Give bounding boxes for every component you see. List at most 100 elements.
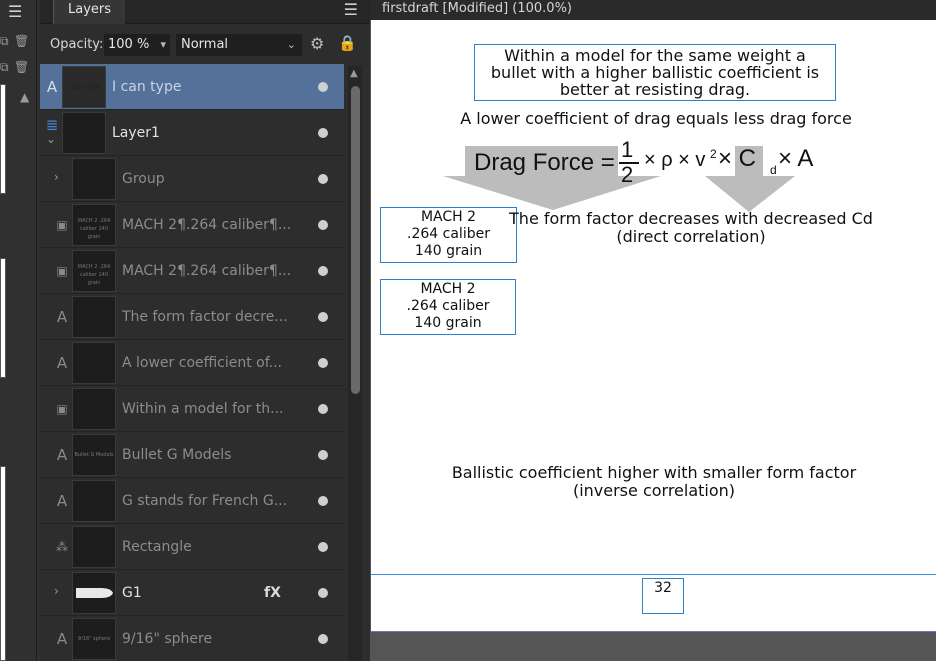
tab-layers[interactable]: Layers [53,0,126,24]
page-canvas[interactable]: Within a model for the same weight a bul… [371,20,936,632]
drag-formula[interactable]: Drag Force = 1 2 × ρ × v 2 × C d × A [474,135,834,187]
layer-name[interactable]: Group [122,156,165,202]
layer-name[interactable]: A lower coefficient of... [122,340,282,386]
fx-icon[interactable]: fX [264,570,281,616]
text-line: MACH 2 [420,209,477,225]
panel-menu-icon[interactable]: ☰ [344,0,358,19]
artistic-text-icon: A [46,78,58,96]
text-line: Within a model for the same weight a [504,46,806,65]
mach-textbox-1[interactable]: MACH 2 .264 caliber 140 grain [380,207,517,263]
visibility-dot-icon[interactable] [318,82,328,92]
layer-thumbnail: MACH 2 .264 caliber 140 grain [72,204,116,246]
formula-denominator: 2 [621,162,634,187]
scroll-up-icon[interactable]: ▲ [350,68,358,79]
layer-name[interactable]: Bullet G Models [122,432,231,478]
layer-name[interactable]: MACH 2¶.264 caliber¶... [122,248,291,294]
layer-name[interactable]: Rectangle [122,524,192,570]
artistic-text-icon: A [56,354,68,372]
visibility-dot-icon[interactable] [318,312,328,322]
layer-row[interactable]: ▣ MACH 2 .264 caliber 140 grain MACH 2¶.… [40,248,344,294]
layer-thumbnail [72,296,116,338]
text-line: Ballistic coefficient higher with smalle… [451,463,857,482]
text-line: MACH 2 [420,281,476,297]
copy-icon[interactable]: ⧉ [0,34,9,49]
layer-row[interactable]: ⁂ Rectangle [40,524,344,570]
formula-times: × C [718,145,757,172]
layer-row[interactable]: A A lower coefficient of... [40,340,344,386]
artistic-text-icon: A [56,446,68,464]
visibility-dot-icon[interactable] [318,128,328,138]
layer-name[interactable]: I can type [112,64,181,110]
left-toolbar: ☰ ⧉ 🗑 ⧉ 🗑 ▲ [0,0,40,661]
layer-row[interactable]: ≣ ⌄ Layer1 [40,110,344,156]
visibility-dot-icon[interactable] [318,266,328,276]
guide-line [371,631,936,632]
layer-thumbnail [72,388,116,430]
page-thumbnail[interactable] [0,258,6,378]
visibility-dot-icon[interactable] [318,220,328,230]
hamburger-icon[interactable]: ☰ [8,2,22,21]
page-number-box[interactable]: 32 [642,578,684,614]
trash-icon[interactable]: 🗑 [14,60,29,74]
visibility-dot-icon[interactable] [318,542,328,552]
lock-icon[interactable]: 🔒 [338,34,357,52]
layer-row[interactable]: A G stands for French G... [40,478,344,524]
layer-name[interactable]: G1 [122,570,142,616]
scrollbar-thumb[interactable] [351,86,360,394]
visibility-dot-icon[interactable] [318,588,328,598]
drag-subtitle[interactable]: A lower coefficient of drag equals less … [441,109,871,128]
layer-thumbnail [62,112,106,154]
layer-row[interactable]: › Group [40,156,344,202]
layer-name[interactable]: 9/16" sphere [122,616,212,661]
visibility-dot-icon[interactable] [318,404,328,414]
text-line: 140 grain [414,315,482,331]
document-tab[interactable]: firstdraft [Modified] (100.0%) [370,0,936,20]
layer-name[interactable]: G stands for French G... [122,478,287,524]
layer-name[interactable]: Within a model for th... [122,386,284,432]
visibility-dot-icon[interactable] [318,634,328,644]
gear-icon[interactable]: ⚙ [310,34,324,53]
chevron-right-icon[interactable]: › [54,584,59,598]
mach-textbox-2[interactable]: MACH 2 .264 caliber 140 grain [380,279,516,335]
blend-mode-value: Normal [181,37,229,52]
trash-icon[interactable]: 🗑 [14,34,29,48]
formula-suffix: × A [778,145,814,172]
layer-thumbnail [72,526,116,568]
opacity-field[interactable]: 100 % ▾ [104,34,170,56]
layer-thumbnail: I can type [62,66,106,108]
guide-line [371,574,936,575]
artistic-text-icon: A [56,492,68,510]
form-factor-note[interactable]: The form factor decreases with decreased… [505,210,877,246]
visibility-dot-icon[interactable] [318,496,328,506]
layers-list: A I can type I can type ≣ ⌄ Layer1 › Gro… [40,64,344,661]
layer-row[interactable]: ▣ Within a model for th... [40,386,344,432]
formula-middle: × ρ × v [644,149,706,171]
layer-row[interactable]: A The form factor decre... [40,294,344,340]
copy-icon[interactable]: ⧉ [0,60,9,75]
blend-mode-select[interactable]: Normal ⌄ [176,34,302,56]
divider [36,0,37,661]
layer-name[interactable]: MACH 2¶.264 caliber¶... [122,202,291,248]
text-line: .264 caliber [407,226,490,242]
chevron-down-icon[interactable]: ⌄ [46,132,56,146]
chevron-right-icon[interactable]: › [54,170,59,184]
layer-row[interactable]: A I can type I can type [40,64,344,110]
page-thumbnail[interactable] [0,84,6,194]
layer-thumbnail [72,480,116,522]
visibility-dot-icon[interactable] [318,174,328,184]
visibility-dot-icon[interactable] [318,358,328,368]
layer-row[interactable]: A Bullet G Models Bullet G Models [40,432,344,478]
layer-thumbnail [72,342,116,384]
collapse-arrow-icon[interactable]: ▲ [20,90,29,104]
layer-row[interactable]: ▣ MACH 2 .264 caliber 140 grain MACH 2¶.… [40,202,344,248]
layer-name[interactable]: Layer1 [112,110,160,156]
model-textbox[interactable]: Within a model for the same weight a bul… [474,44,836,101]
page-thumbnail[interactable] [0,466,6,661]
layer-row[interactable]: A 9/16" sphere 9/16" sphere [40,616,344,661]
chevron-down-icon: ▾ [160,38,166,51]
layer-row[interactable]: › G1 fX [40,570,344,616]
visibility-dot-icon[interactable] [318,450,328,460]
layer-name[interactable]: The form factor decre... [122,294,288,340]
ballistic-note[interactable]: Ballistic coefficient higher with smalle… [445,464,863,500]
opacity-label: Opacity: [50,37,104,52]
